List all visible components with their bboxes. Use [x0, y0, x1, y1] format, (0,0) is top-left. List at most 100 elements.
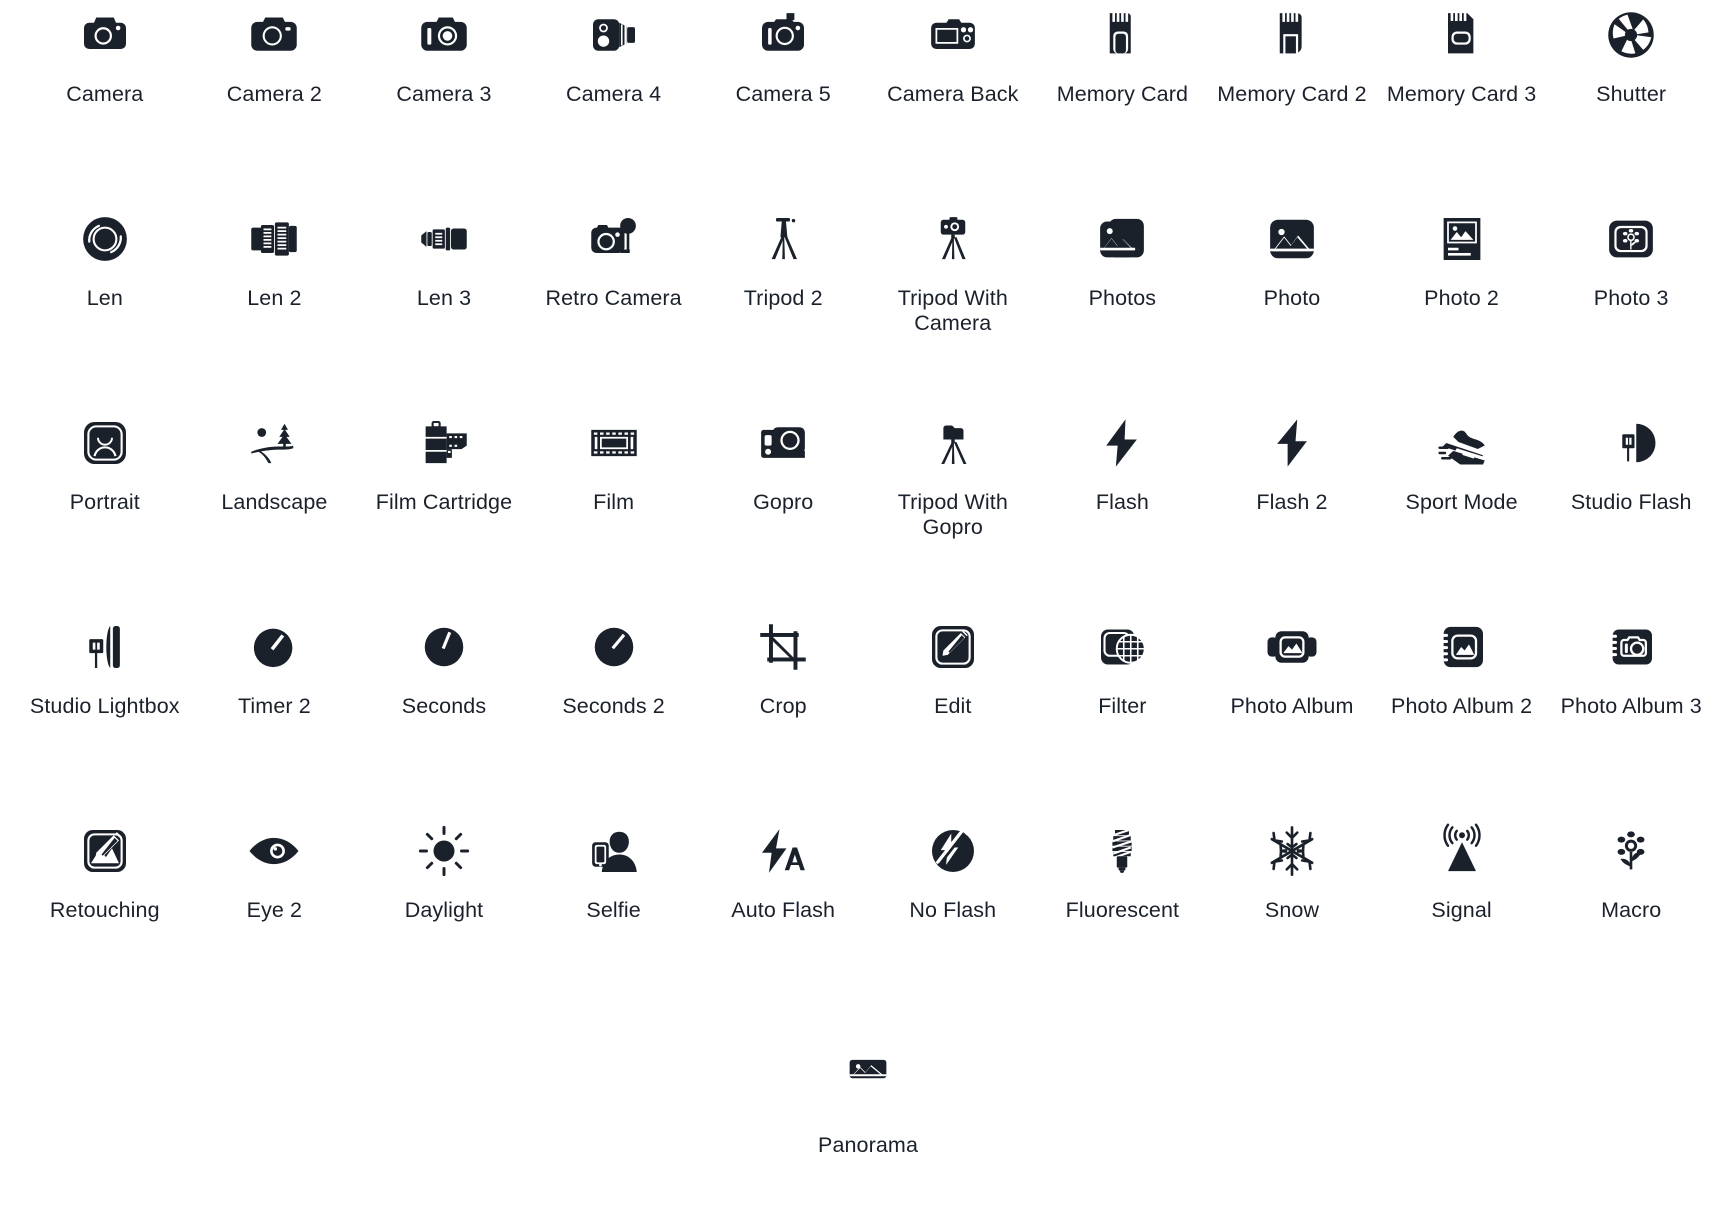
icon-cell-panorama[interactable]: Panorama: [782, 1034, 955, 1184]
panorama-icon[interactable]: [837, 1038, 899, 1100]
icon-cell-snow[interactable]: Snow: [1207, 816, 1377, 1020]
landscape-icon[interactable]: [243, 412, 305, 474]
no-flash-icon[interactable]: [922, 820, 984, 882]
eye-2-icon[interactable]: [243, 820, 305, 882]
icon-cell-seconds[interactable]: Seconds: [359, 612, 529, 816]
snow-icon[interactable]: [1261, 820, 1323, 882]
icon-cell-photo-album[interactable]: Photo Album: [1207, 612, 1377, 816]
icon-cell-camera-4[interactable]: Camera 4: [529, 0, 699, 204]
tripod-with-camera-icon[interactable]: [922, 208, 984, 270]
studio-lightbox-icon[interactable]: [74, 616, 136, 678]
edit-icon[interactable]: [922, 616, 984, 678]
icon-cell-sport-mode[interactable]: Sport Mode: [1377, 408, 1547, 612]
seconds-icon[interactable]: [413, 616, 475, 678]
photo-album-icon[interactable]: [1261, 616, 1323, 678]
photo-3-icon[interactable]: [1600, 208, 1662, 270]
icon-cell-len[interactable]: Len: [20, 204, 190, 408]
icon-cell-tripod-2[interactable]: Tripod 2: [698, 204, 868, 408]
icon-cell-camera-5[interactable]: Camera 5: [698, 0, 868, 204]
icon-cell-timer-2[interactable]: Timer 2: [190, 612, 360, 816]
memory-card-icon[interactable]: [1091, 4, 1153, 66]
camera-icon[interactable]: [74, 4, 136, 66]
macro-icon[interactable]: [1600, 820, 1662, 882]
icon-cell-signal[interactable]: Signal: [1377, 816, 1547, 1020]
len-icon[interactable]: [74, 208, 136, 270]
sport-mode-icon[interactable]: [1431, 412, 1493, 474]
portrait-icon[interactable]: [74, 412, 136, 474]
icon-cell-flash[interactable]: Flash: [1038, 408, 1208, 612]
icon-cell-studio-lightbox[interactable]: Studio Lightbox: [20, 612, 190, 816]
icon-cell-retro-camera[interactable]: Retro Camera: [529, 204, 699, 408]
icon-cell-daylight[interactable]: Daylight: [359, 816, 529, 1020]
signal-icon[interactable]: [1431, 820, 1493, 882]
icon-cell-photo-album-3[interactable]: Photo Album 3: [1546, 612, 1716, 816]
memory-card-2-icon[interactable]: [1261, 4, 1323, 66]
camera-3-icon[interactable]: [413, 4, 475, 66]
fluorescent-icon[interactable]: [1091, 820, 1153, 882]
icon-cell-photo-album-2[interactable]: Photo Album 2: [1377, 612, 1547, 816]
film-icon[interactable]: [583, 412, 645, 474]
shutter-icon[interactable]: [1600, 4, 1662, 66]
icon-cell-photo[interactable]: Photo: [1207, 204, 1377, 408]
icon-cell-filter[interactable]: Filter: [1038, 612, 1208, 816]
icon-cell-film[interactable]: Film: [529, 408, 699, 612]
icon-cell-photos[interactable]: Photos: [1038, 204, 1208, 408]
icon-cell-film-cartridge[interactable]: Film Cartridge: [359, 408, 529, 612]
photo-album-3-icon[interactable]: [1600, 616, 1662, 678]
icon-cell-edit[interactable]: Edit: [868, 612, 1038, 816]
icon-cell-seconds-2[interactable]: Seconds 2: [529, 612, 699, 816]
gopro-icon[interactable]: [752, 412, 814, 474]
crop-icon[interactable]: [752, 616, 814, 678]
len-3-icon[interactable]: [413, 208, 475, 270]
icon-cell-camera-3[interactable]: Camera 3: [359, 0, 529, 204]
retro-camera-icon[interactable]: [583, 208, 645, 270]
photo-album-2-icon[interactable]: [1431, 616, 1493, 678]
icon-cell-memory-card-3[interactable]: Memory Card 3: [1377, 0, 1547, 204]
icon-cell-selfie[interactable]: Selfie: [529, 816, 699, 1020]
len-2-icon[interactable]: [243, 208, 305, 270]
icon-cell-memory-card[interactable]: Memory Card: [1038, 0, 1208, 204]
memory-card-3-icon[interactable]: [1431, 4, 1493, 66]
retouching-icon[interactable]: [74, 820, 136, 882]
icon-cell-landscape[interactable]: Landscape: [190, 408, 360, 612]
icon-cell-tripod-with-camera[interactable]: Tripod With Camera: [868, 204, 1038, 408]
timer-2-icon[interactable]: [243, 616, 305, 678]
icon-cell-portrait[interactable]: Portrait: [20, 408, 190, 612]
icon-cell-auto-flash[interactable]: Auto Flash: [698, 816, 868, 1020]
camera-2-icon[interactable]: [243, 4, 305, 66]
filter-icon[interactable]: [1091, 616, 1153, 678]
icon-cell-flash-2[interactable]: Flash 2: [1207, 408, 1377, 612]
icon-cell-no-flash[interactable]: No Flash: [868, 816, 1038, 1020]
icon-cell-camera-back[interactable]: Camera Back: [868, 0, 1038, 204]
flash-2-icon[interactable]: [1261, 412, 1323, 474]
icon-cell-len-3[interactable]: Len 3: [359, 204, 529, 408]
icon-cell-macro[interactable]: Macro: [1546, 816, 1716, 1020]
photo-2-icon[interactable]: [1431, 208, 1493, 270]
icon-cell-crop[interactable]: Crop: [698, 612, 868, 816]
camera-5-icon[interactable]: [752, 4, 814, 66]
seconds-2-icon[interactable]: [583, 616, 645, 678]
icon-cell-retouching[interactable]: Retouching: [20, 816, 190, 1020]
icon-cell-gopro[interactable]: Gopro: [698, 408, 868, 612]
icon-cell-fluorescent[interactable]: Fluorescent: [1038, 816, 1208, 1020]
icon-cell-len-2[interactable]: Len 2: [190, 204, 360, 408]
icon-cell-memory-card-2[interactable]: Memory Card 2: [1207, 0, 1377, 204]
icon-cell-shutter[interactable]: Shutter: [1546, 0, 1716, 204]
tripod-2-icon[interactable]: [752, 208, 814, 270]
icon-cell-camera[interactable]: Camera: [20, 0, 190, 204]
photos-icon[interactable]: [1091, 208, 1153, 270]
icon-cell-eye-2[interactable]: Eye 2: [190, 816, 360, 1020]
film-cartridge-icon[interactable]: [413, 412, 475, 474]
auto-flash-icon[interactable]: [752, 820, 814, 882]
icon-cell-photo-3[interactable]: Photo 3: [1546, 204, 1716, 408]
studio-flash-icon[interactable]: [1600, 412, 1662, 474]
daylight-icon[interactable]: [413, 820, 475, 882]
camera-4-icon[interactable]: [583, 4, 645, 66]
flash-icon[interactable]: [1091, 412, 1153, 474]
tripod-with-gopro-icon[interactable]: [922, 412, 984, 474]
icon-cell-camera-2[interactable]: Camera 2: [190, 0, 360, 204]
icon-cell-photo-2[interactable]: Photo 2: [1377, 204, 1547, 408]
icon-cell-tripod-with-gopro[interactable]: Tripod With Gopro: [868, 408, 1038, 612]
photo-icon[interactable]: [1261, 208, 1323, 270]
icon-cell-studio-flash[interactable]: Studio Flash: [1546, 408, 1716, 612]
